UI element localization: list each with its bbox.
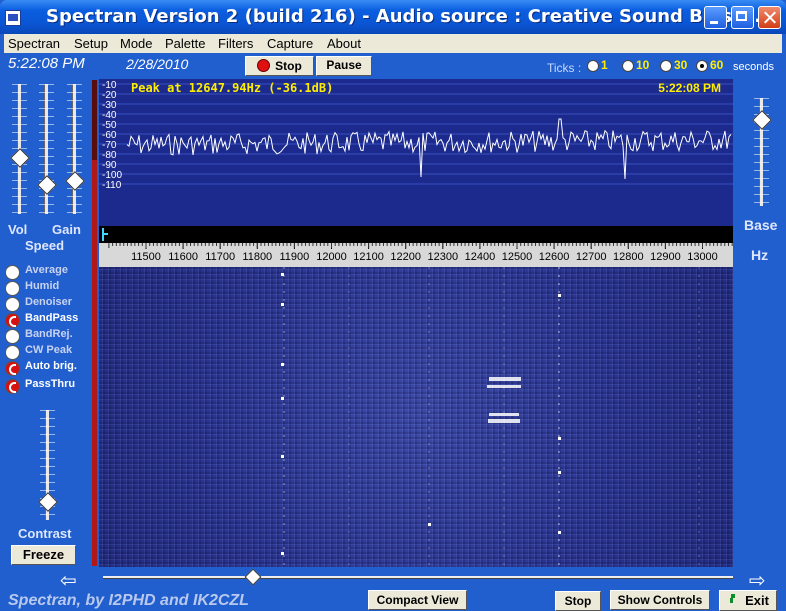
hz-label: Hz bbox=[751, 247, 769, 263]
exit-button-label: Exit bbox=[745, 593, 769, 608]
waterfall-display[interactable] bbox=[99, 267, 733, 567]
radio-selected-icon bbox=[696, 60, 708, 72]
gain-slider[interactable] bbox=[67, 84, 82, 214]
vol-label: Vol bbox=[8, 222, 28, 237]
exit-button[interactable]: Exit bbox=[719, 590, 777, 611]
waterfall-dot bbox=[281, 303, 284, 306]
menu-capture[interactable]: Capture bbox=[267, 36, 313, 51]
ticks-option-1[interactable]: 1 bbox=[587, 58, 613, 73]
menu-mode[interactable]: Mode bbox=[120, 36, 153, 51]
cw-signal-burst bbox=[487, 385, 521, 388]
base-label: Base bbox=[744, 217, 778, 233]
waterfall-dot bbox=[281, 552, 284, 555]
waterfall-dot bbox=[558, 294, 561, 297]
show-controls-button[interactable]: Show Controls bbox=[610, 590, 710, 610]
freq-tick-label: 11500 bbox=[131, 251, 161, 263]
freq-tick-label: 12900 bbox=[650, 251, 681, 263]
radio-icon bbox=[622, 60, 634, 72]
waterfall-dot bbox=[428, 523, 431, 526]
freq-tick-label: 11900 bbox=[280, 251, 310, 263]
waterfall-traces bbox=[281, 267, 700, 567]
waterfall-dot bbox=[281, 273, 284, 276]
spectrum-display[interactable]: -10 -20 -30 -40 -50 -60 -70 -80 -90 -100 -110 Peak… bbox=[99, 79, 733, 226]
ticks-option-30[interactable]: 30 bbox=[660, 58, 694, 73]
menu-setup[interactable]: Setup bbox=[74, 36, 108, 51]
db-tick-label: -110 bbox=[102, 180, 122, 191]
marker-strip bbox=[99, 226, 733, 243]
menu-palette[interactable]: Palette bbox=[165, 36, 205, 51]
credits-text: Spectran, by I2PHD and IK2CZL bbox=[8, 592, 249, 609]
freq-tick-label: 12200 bbox=[390, 251, 421, 263]
waterfall-dot bbox=[558, 471, 561, 474]
freq-tick-label: 11700 bbox=[205, 251, 235, 263]
arrow-left-icon[interactable]: ⇦ bbox=[60, 568, 77, 592]
app-icon[interactable] bbox=[5, 10, 21, 26]
waterfall-dot bbox=[558, 437, 561, 440]
exit-running-man-icon bbox=[727, 594, 738, 606]
frequency-scroll-track[interactable] bbox=[103, 576, 733, 579]
stop-button[interactable]: Stop bbox=[245, 56, 314, 76]
freq-tick-label: 12500 bbox=[502, 251, 533, 263]
freeze-button[interactable]: Freeze bbox=[11, 545, 76, 565]
record-icon bbox=[257, 59, 271, 72]
spectrum-trace bbox=[126, 118, 732, 180]
spectrum-plot: -10-20-30-40-50-60-70-80-90-100-110 bbox=[99, 80, 733, 191]
cw-signal-burst bbox=[488, 419, 520, 423]
ticks-option-10[interactable]: 10 bbox=[622, 58, 656, 73]
compact-view-button[interactable]: Compact View bbox=[368, 590, 467, 610]
waterfall-dot bbox=[558, 531, 561, 534]
freq-tick-label: 12800 bbox=[613, 251, 644, 263]
clock-date: 2/28/2010 bbox=[126, 56, 189, 72]
ticks-label: Ticks : bbox=[547, 61, 582, 75]
freq-tick-label: 12600 bbox=[539, 251, 570, 263]
arrow-right-icon[interactable]: ⇨ bbox=[749, 568, 766, 592]
minimize-button[interactable] bbox=[704, 6, 727, 29]
maximize-button[interactable] bbox=[731, 6, 754, 29]
title-bar[interactable]: Spectran Version 2 (build 216) - Audio s… bbox=[0, 0, 786, 34]
radio-icon bbox=[587, 60, 599, 72]
freq-tick-label: 12700 bbox=[576, 251, 607, 263]
menu-about[interactable]: About bbox=[327, 36, 361, 51]
clock-time: 5:22:08 PM bbox=[8, 55, 85, 72]
freq-tick-label: 13000 bbox=[687, 251, 718, 263]
pause-button[interactable]: Pause bbox=[316, 56, 372, 76]
spectran-window: Spectran Version 2 (build 216) - Audio s… bbox=[0, 0, 786, 611]
stop-button-label: Stop bbox=[275, 59, 302, 73]
waterfall-dot bbox=[281, 397, 284, 400]
cw-signal-burst bbox=[489, 377, 521, 381]
speed-label: Speed bbox=[25, 238, 65, 253]
window-title: Spectran Version 2 (build 216) - Audio s… bbox=[46, 6, 762, 27]
contrast-label: Contrast bbox=[18, 526, 72, 541]
spectrum-time: 5:22:08 PM bbox=[658, 81, 721, 95]
radio-icon bbox=[660, 60, 672, 72]
gain-label: Gain bbox=[52, 222, 81, 237]
waterfall-dot bbox=[281, 363, 284, 366]
frequency-axis: 11500 11600 11700 11800 11900 12000 12100 12200… bbox=[99, 243, 733, 267]
menu-filters[interactable]: Filters bbox=[218, 36, 253, 51]
cw-signal-burst bbox=[489, 413, 519, 416]
menu-spectran[interactable]: Spectran bbox=[8, 36, 60, 51]
freq-tick-label: 12000 bbox=[316, 251, 347, 263]
waterfall-dot bbox=[281, 455, 284, 458]
freq-tick-label: 11800 bbox=[242, 251, 272, 263]
ticks-option-60[interactable]: 60 bbox=[696, 58, 730, 73]
freq-tick-label: 12400 bbox=[465, 251, 496, 263]
level-bar bbox=[92, 80, 97, 566]
freq-tick-label: 12300 bbox=[428, 251, 459, 263]
stop-bottom-button[interactable]: Stop bbox=[555, 591, 601, 611]
menu-bar: Spectran Setup Mode Palette Filters Capt… bbox=[4, 34, 782, 53]
peak-readout: Peak at 12647.94Hz (-36.1dB) bbox=[131, 81, 334, 95]
freq-tick-label: 12100 bbox=[353, 251, 384, 263]
seconds-label: seconds bbox=[733, 61, 774, 73]
close-button[interactable] bbox=[758, 6, 781, 29]
freq-tick-label: 11600 bbox=[168, 251, 198, 263]
